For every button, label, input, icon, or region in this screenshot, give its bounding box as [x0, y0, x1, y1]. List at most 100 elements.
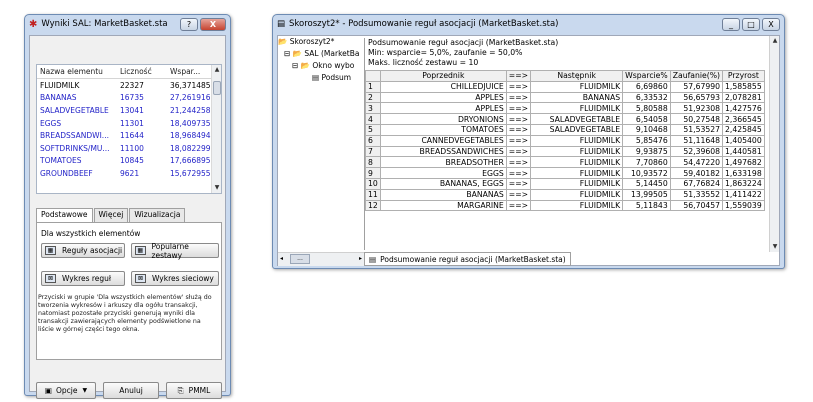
- column-header-support[interactable]: Wspar...: [167, 67, 211, 76]
- table-cell[interactable]: 57,67990: [669, 80, 724, 93]
- table-cell[interactable]: 51,33552: [669, 188, 724, 201]
- maximize-button[interactable]: □: [742, 17, 760, 31]
- column-header[interactable]: Następnik: [530, 70, 624, 82]
- table-cell[interactable]: 5,85476: [622, 134, 671, 147]
- table-cell[interactable]: 1,863224: [722, 177, 765, 190]
- tab-visualization[interactable]: Wizualizacja: [129, 208, 186, 222]
- table-cell[interactable]: 7,70860: [622, 156, 671, 169]
- scroll-up-icon[interactable]: ▲: [212, 65, 221, 75]
- table-cell[interactable]: SALADVEGETABLE: [530, 113, 624, 125]
- list-item[interactable]: TOMATOES 10845 17,666895: [37, 155, 221, 168]
- table-cell[interactable]: 50,27548: [669, 113, 724, 125]
- table-cell[interactable]: 1,411422: [722, 188, 765, 201]
- table-cell[interactable]: BANANAS: [379, 188, 507, 201]
- table-cell[interactable]: BREADSSANDWICHES: [379, 145, 507, 158]
- list-item[interactable]: BANANAS 16735 27,261916: [37, 92, 221, 105]
- column-header-name[interactable]: Nazwa elementu: [37, 67, 117, 76]
- table-cell[interactable]: 10,93572: [622, 167, 671, 179]
- table-row[interactable]: 8 BREADSOTHER ==> FLUIDMILK 7,70860 54,47220 1…: [365, 156, 765, 169]
- table-cell[interactable]: FLUIDMILK: [530, 145, 624, 158]
- table-cell[interactable]: 1: [365, 80, 381, 93]
- tree-scroll-thumb[interactable]: ...: [290, 254, 310, 264]
- column-header-count[interactable]: Liczność: [117, 67, 167, 76]
- list-item[interactable]: BREADSSANDWI... 11644 18,968494: [37, 129, 221, 142]
- table-cell[interactable]: CANNEDVEGETABLES: [379, 134, 507, 147]
- list-item[interactable]: SOFTDRINKS/MU... 11100 18,082299: [37, 142, 221, 155]
- table-row[interactable]: 9 EGGS ==> FLUIDMILK 10,93572 59,40182 1,63319…: [365, 167, 765, 179]
- table-cell[interactable]: 6,69860: [622, 80, 671, 93]
- close-button[interactable]: X: [762, 17, 780, 31]
- table-cell[interactable]: ==>: [505, 113, 532, 125]
- list-item[interactable]: GROUNDBEEF 9621 15,672955: [37, 167, 221, 180]
- table-row[interactable]: 11 BANANAS ==> FLUIDMILK 13,99505 51,33552 1,4…: [365, 188, 765, 201]
- workbook-tree[interactable]: 📂 Skoroszyt2* ⊟ 📂 SAL (MarketBa ⊟ 📂 Okno…: [278, 36, 364, 252]
- table-cell[interactable]: 6: [365, 134, 381, 147]
- table-cell[interactable]: 1,559039: [722, 199, 765, 212]
- table-cell[interactable]: 9,10468: [622, 123, 671, 136]
- table-cell[interactable]: 8: [365, 156, 381, 169]
- table-cell[interactable]: 7: [365, 145, 381, 158]
- table-cell[interactable]: FLUIDMILK: [530, 199, 624, 212]
- column-header[interactable]: Przyrost: [722, 70, 765, 82]
- table-cell[interactable]: 56,70457: [669, 199, 724, 212]
- table-cell[interactable]: 59,40182: [669, 167, 724, 179]
- table-cell[interactable]: MARGARINE: [379, 199, 507, 212]
- table-cell[interactable]: 1,440581: [722, 145, 765, 158]
- table-row[interactable]: 5 TOMATOES ==> SALADVEGETABLE 9,10468 51,5352…: [365, 123, 765, 136]
- table-cell[interactable]: 2,078281: [722, 91, 765, 104]
- table-cell[interactable]: FLUIDMILK: [530, 134, 624, 147]
- table-cell[interactable]: 2,425845: [722, 123, 765, 136]
- table-cell[interactable]: ==>: [505, 123, 532, 136]
- table-cell[interactable]: 3: [365, 102, 381, 115]
- table-cell[interactable]: 51,53527: [669, 123, 724, 136]
- table-cell[interactable]: 1,405400: [722, 134, 765, 147]
- table-cell[interactable]: 1,633198: [722, 167, 765, 179]
- table-cell[interactable]: BREADSOTHER: [379, 156, 507, 169]
- tree-hscrollbar[interactable]: ◂ ... ▸: [278, 252, 364, 266]
- table-cell[interactable]: 5,11843: [622, 199, 671, 212]
- table-cell[interactable]: ==>: [505, 199, 532, 212]
- column-header[interactable]: Poprzednik: [379, 70, 507, 82]
- spreadsheet[interactable]: Podsumowanie reguł asocjacji (MarketBask…: [364, 38, 770, 250]
- table-cell[interactable]: 9: [365, 167, 381, 179]
- column-header[interactable]: Wsparcie%: [622, 70, 671, 82]
- table-row[interactable]: 1 CHILLEDJUICE ==> FLUIDMILK 6,69860 57,67990…: [365, 80, 765, 93]
- table-row[interactable]: 3 APPLES ==> FLUIDMILK 5,80588 51,92308 1,4275…: [365, 102, 765, 115]
- table-cell[interactable]: 54,47220: [669, 156, 724, 169]
- table-row[interactable]: 7 BREADSSANDWICHES ==> FLUIDMILK 9,93875 52,3…: [365, 145, 765, 158]
- table-cell[interactable]: 5,14450: [622, 177, 671, 190]
- table-cell[interactable]: 1,497682: [722, 156, 765, 169]
- table-cell[interactable]: SALADVEGETABLE: [530, 123, 624, 136]
- table-cell[interactable]: FLUIDMILK: [530, 102, 624, 115]
- table-cell[interactable]: 12: [365, 199, 381, 212]
- table-cell[interactable]: 4: [365, 113, 381, 125]
- table-cell[interactable]: FLUIDMILK: [530, 177, 624, 190]
- popular-sets-button[interactable]: ▦ Popularne zestawy: [131, 242, 219, 260]
- rules-table[interactable]: Poprzednik ==> Następnik Wsparcie% Zaufanie(…: [365, 70, 765, 212]
- table-cell[interactable]: ==>: [505, 80, 532, 93]
- table-cell[interactable]: 2: [365, 91, 381, 104]
- table-cell[interactable]: ==>: [505, 145, 532, 158]
- table-row[interactable]: 12 MARGARINE ==> FLUIDMILK 5,11843 56,70457 1,…: [365, 199, 765, 212]
- minimize-button[interactable]: _: [722, 17, 740, 31]
- table-cell[interactable]: 10: [365, 177, 381, 190]
- column-header[interactable]: [365, 70, 381, 82]
- table-cell[interactable]: APPLES: [379, 102, 507, 115]
- scroll-down-icon[interactable]: ▼: [770, 242, 780, 252]
- options-button[interactable]: ▣ Opcje ▼: [36, 382, 96, 399]
- table-cell[interactable]: ==>: [505, 177, 532, 190]
- close-button[interactable]: X: [200, 17, 226, 31]
- table-row[interactable]: 10 BANANAS, EGGS ==> FLUIDMILK 5,14450 67,768…: [365, 177, 765, 190]
- table-cell[interactable]: 6,33532: [622, 91, 671, 104]
- table-cell[interactable]: FLUIDMILK: [530, 80, 624, 93]
- tree-node-sal[interactable]: ⊟ 📂 SAL (MarketBa: [278, 48, 364, 60]
- table-cell[interactable]: 52,39608: [669, 145, 724, 158]
- table-cell[interactable]: 13,99505: [622, 188, 671, 201]
- rules-chart-button[interactable]: ⊠ Wykres reguł: [41, 271, 125, 286]
- table-cell[interactable]: 1,585855: [722, 80, 765, 93]
- list-item[interactable]: FLUIDMILK 22327 36,371485: [37, 79, 221, 92]
- table-cell[interactable]: 51,11648: [669, 134, 724, 147]
- association-rules-button[interactable]: ▦ Reguły asocjacji: [41, 243, 125, 258]
- sheet-vscrollbar[interactable]: ▲ ▼: [769, 36, 779, 252]
- table-cell[interactable]: 1,427576: [722, 102, 765, 115]
